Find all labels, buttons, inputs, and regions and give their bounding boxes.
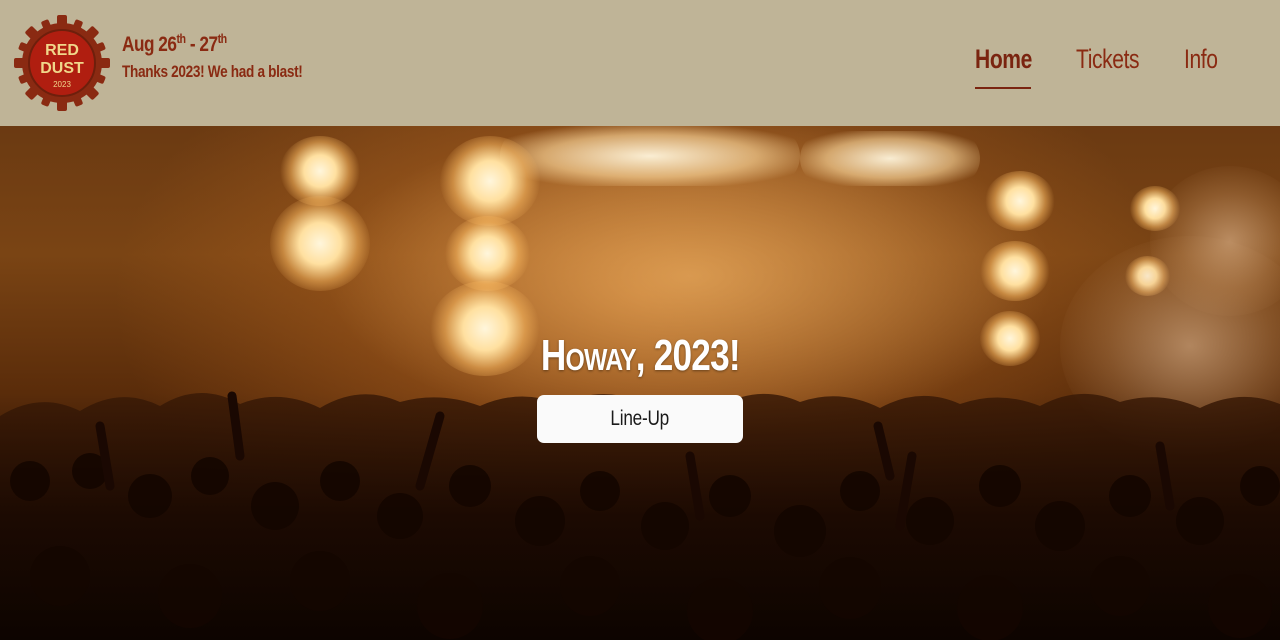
main-nav: Home Tickets Info bbox=[0, 44, 1280, 94]
hero-section: Howay, 2023! Line-Up bbox=[0, 126, 1280, 640]
hero-title: Howay, 2023! bbox=[0, 331, 1280, 381]
hero-title-text: Howay, 2023! bbox=[540, 331, 741, 380]
nav-active-underline bbox=[975, 87, 1031, 89]
line-up-button[interactable]: Line-Up bbox=[537, 395, 743, 443]
nav-item-home[interactable]: Home bbox=[975, 44, 1032, 75]
site-header: RED DUST 2023 Aug 26th - 27th Thanks 202… bbox=[0, 0, 1280, 126]
line-up-button-label: Line-Up bbox=[610, 407, 670, 430]
crowd-silhouette bbox=[0, 391, 1280, 640]
nav-item-tickets[interactable]: Tickets bbox=[1076, 44, 1140, 75]
nav-item-info[interactable]: Info bbox=[1184, 44, 1218, 75]
